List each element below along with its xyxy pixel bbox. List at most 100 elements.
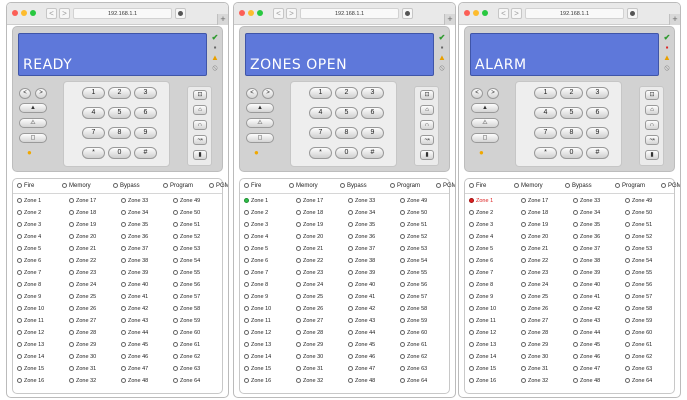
zone-item[interactable]: Zone 34 <box>121 210 148 217</box>
chime-button[interactable]: ∩ <box>645 120 659 130</box>
key-1[interactable]: 1 <box>82 87 105 99</box>
zone-item[interactable]: Zone 47 <box>573 366 600 373</box>
fire-button[interactable]: ▲ <box>471 103 499 113</box>
key-6[interactable]: 6 <box>361 107 384 119</box>
key-2[interactable]: 2 <box>108 87 131 99</box>
zone-item[interactable]: Zone 34 <box>348 210 375 217</box>
zone-item[interactable]: Zone 1 <box>244 198 268 205</box>
arm-away-button[interactable]: ⊡ <box>420 90 434 100</box>
address-bar[interactable]: 192.168.1.1 <box>300 8 399 19</box>
zone-item[interactable]: Zone 19 <box>296 222 323 229</box>
zone-item[interactable]: Zone 63 <box>625 366 652 373</box>
zone-item[interactable]: Zone 26 <box>521 306 548 313</box>
zone-item[interactable]: Zone 34 <box>573 210 600 217</box>
zone-item[interactable]: Zone 64 <box>400 378 427 385</box>
warning-button[interactable]: ⚠ <box>246 118 274 128</box>
zone-item[interactable]: Zone 25 <box>296 294 323 301</box>
radio-button[interactable] <box>514 183 519 188</box>
zone-item[interactable]: Zone 17 <box>521 198 548 205</box>
zone-item[interactable]: Zone 36 <box>121 234 148 241</box>
zone-item[interactable]: Zone 54 <box>400 258 427 265</box>
zone-item[interactable]: Zone 21 <box>521 246 548 253</box>
zone-item[interactable]: Zone 58 <box>173 306 200 313</box>
zone-item[interactable]: Zone 48 <box>121 378 148 385</box>
zone-item[interactable]: Zone 21 <box>296 246 323 253</box>
zone-item[interactable]: Zone 39 <box>121 270 148 277</box>
key-3[interactable]: 3 <box>586 87 609 99</box>
key-9[interactable]: 9 <box>134 127 157 139</box>
key-8[interactable]: 8 <box>335 127 358 139</box>
status-fire-option[interactable]: Fire <box>244 183 261 189</box>
zone-item[interactable]: Zone 6 <box>469 258 493 265</box>
zone-item[interactable]: Zone 40 <box>573 282 600 289</box>
zone-item[interactable]: Zone 37 <box>573 246 600 253</box>
arrow-right-button[interactable]: > <box>487 88 499 99</box>
address-bar[interactable]: 192.168.1.1 <box>525 8 624 19</box>
status-pgm-option[interactable]: PGM <box>436 183 455 189</box>
zone-item[interactable]: Zone 49 <box>625 198 652 205</box>
status-program-option[interactable]: Program <box>390 183 420 189</box>
zone-item[interactable]: Zone 28 <box>69 330 96 337</box>
key-5[interactable]: 5 <box>560 107 583 119</box>
zone-item[interactable]: Zone 10 <box>469 306 496 313</box>
zone-item[interactable]: Zone 45 <box>348 342 375 349</box>
zone-item[interactable]: Zone 18 <box>521 210 548 217</box>
zone-item[interactable]: Zone 41 <box>573 294 600 301</box>
zone-item[interactable]: Zone 64 <box>173 378 200 385</box>
arrow-left-button[interactable]: < <box>246 88 258 99</box>
key-0[interactable]: 0 <box>335 147 358 159</box>
zone-item[interactable]: Zone 37 <box>348 246 375 253</box>
key-6[interactable]: 6 <box>134 107 157 119</box>
door-button[interactable]: ▮ <box>420 150 434 160</box>
zone-item[interactable]: Zone 48 <box>348 378 375 385</box>
zone-item[interactable]: Zone 37 <box>121 246 148 253</box>
zone-item[interactable]: Zone 57 <box>625 294 652 301</box>
zone-item[interactable]: Zone 49 <box>400 198 427 205</box>
zone-item[interactable]: Zone 3 <box>244 222 268 229</box>
zone-item[interactable]: Zone 11 <box>244 318 271 325</box>
key-6[interactable]: 6 <box>586 107 609 119</box>
zone-item[interactable]: Zone 61 <box>173 342 200 349</box>
door-button[interactable]: ▮ <box>193 150 207 160</box>
zone-item[interactable]: Zone 46 <box>573 354 600 361</box>
zone-item[interactable]: Zone 33 <box>573 198 600 205</box>
zone-item[interactable]: Zone 23 <box>69 270 96 277</box>
downloads-button[interactable] <box>402 8 413 19</box>
zone-item[interactable]: Zone 54 <box>625 258 652 265</box>
zone-item[interactable]: Zone 6 <box>17 258 41 265</box>
chime-button[interactable]: ∩ <box>420 120 434 130</box>
downloads-button[interactable] <box>627 8 638 19</box>
zone-item[interactable]: Zone 24 <box>296 282 323 289</box>
status-memory-option[interactable]: Memory <box>514 183 543 189</box>
key-4[interactable]: 4 <box>82 107 105 119</box>
zone-item[interactable]: Zone 55 <box>400 270 427 277</box>
zone-item[interactable]: Zone 59 <box>173 318 200 325</box>
key-3[interactable]: 3 <box>134 87 157 99</box>
zone-item[interactable]: Zone 1 <box>469 198 493 205</box>
zone-item[interactable]: Zone 46 <box>121 354 148 361</box>
bypass-button[interactable]: ↝ <box>645 135 659 145</box>
zone-item[interactable]: Zone 50 <box>625 210 652 217</box>
zone-item[interactable]: Zone 3 <box>17 222 41 229</box>
zone-item[interactable]: Zone 42 <box>121 306 148 313</box>
zone-item[interactable]: Zone 56 <box>173 282 200 289</box>
key-2[interactable]: 2 <box>560 87 583 99</box>
key-7[interactable]: 7 <box>309 127 332 139</box>
zone-item[interactable]: Zone 17 <box>69 198 96 205</box>
zone-item[interactable]: Zone 30 <box>69 354 96 361</box>
zone-item[interactable]: Zone 38 <box>121 258 148 265</box>
zone-item[interactable]: Zone 24 <box>521 282 548 289</box>
zone-item[interactable]: Zone 35 <box>348 222 375 229</box>
arm-away-button[interactable]: ⊡ <box>645 90 659 100</box>
status-bypass-option[interactable]: Bypass <box>340 183 367 189</box>
zone-item[interactable]: Zone 43 <box>121 318 148 325</box>
zoom-window-button[interactable] <box>257 10 263 16</box>
key-1[interactable]: 1 <box>309 87 332 99</box>
arm-away-button[interactable]: ⊡ <box>193 90 207 100</box>
zone-item[interactable]: Zone 31 <box>521 366 548 373</box>
zone-item[interactable]: Zone 2 <box>244 210 268 217</box>
fire-button[interactable]: ▲ <box>246 103 274 113</box>
zone-item[interactable]: Zone 38 <box>348 258 375 265</box>
radio-button[interactable] <box>209 183 214 188</box>
zoom-window-button[interactable] <box>30 10 36 16</box>
